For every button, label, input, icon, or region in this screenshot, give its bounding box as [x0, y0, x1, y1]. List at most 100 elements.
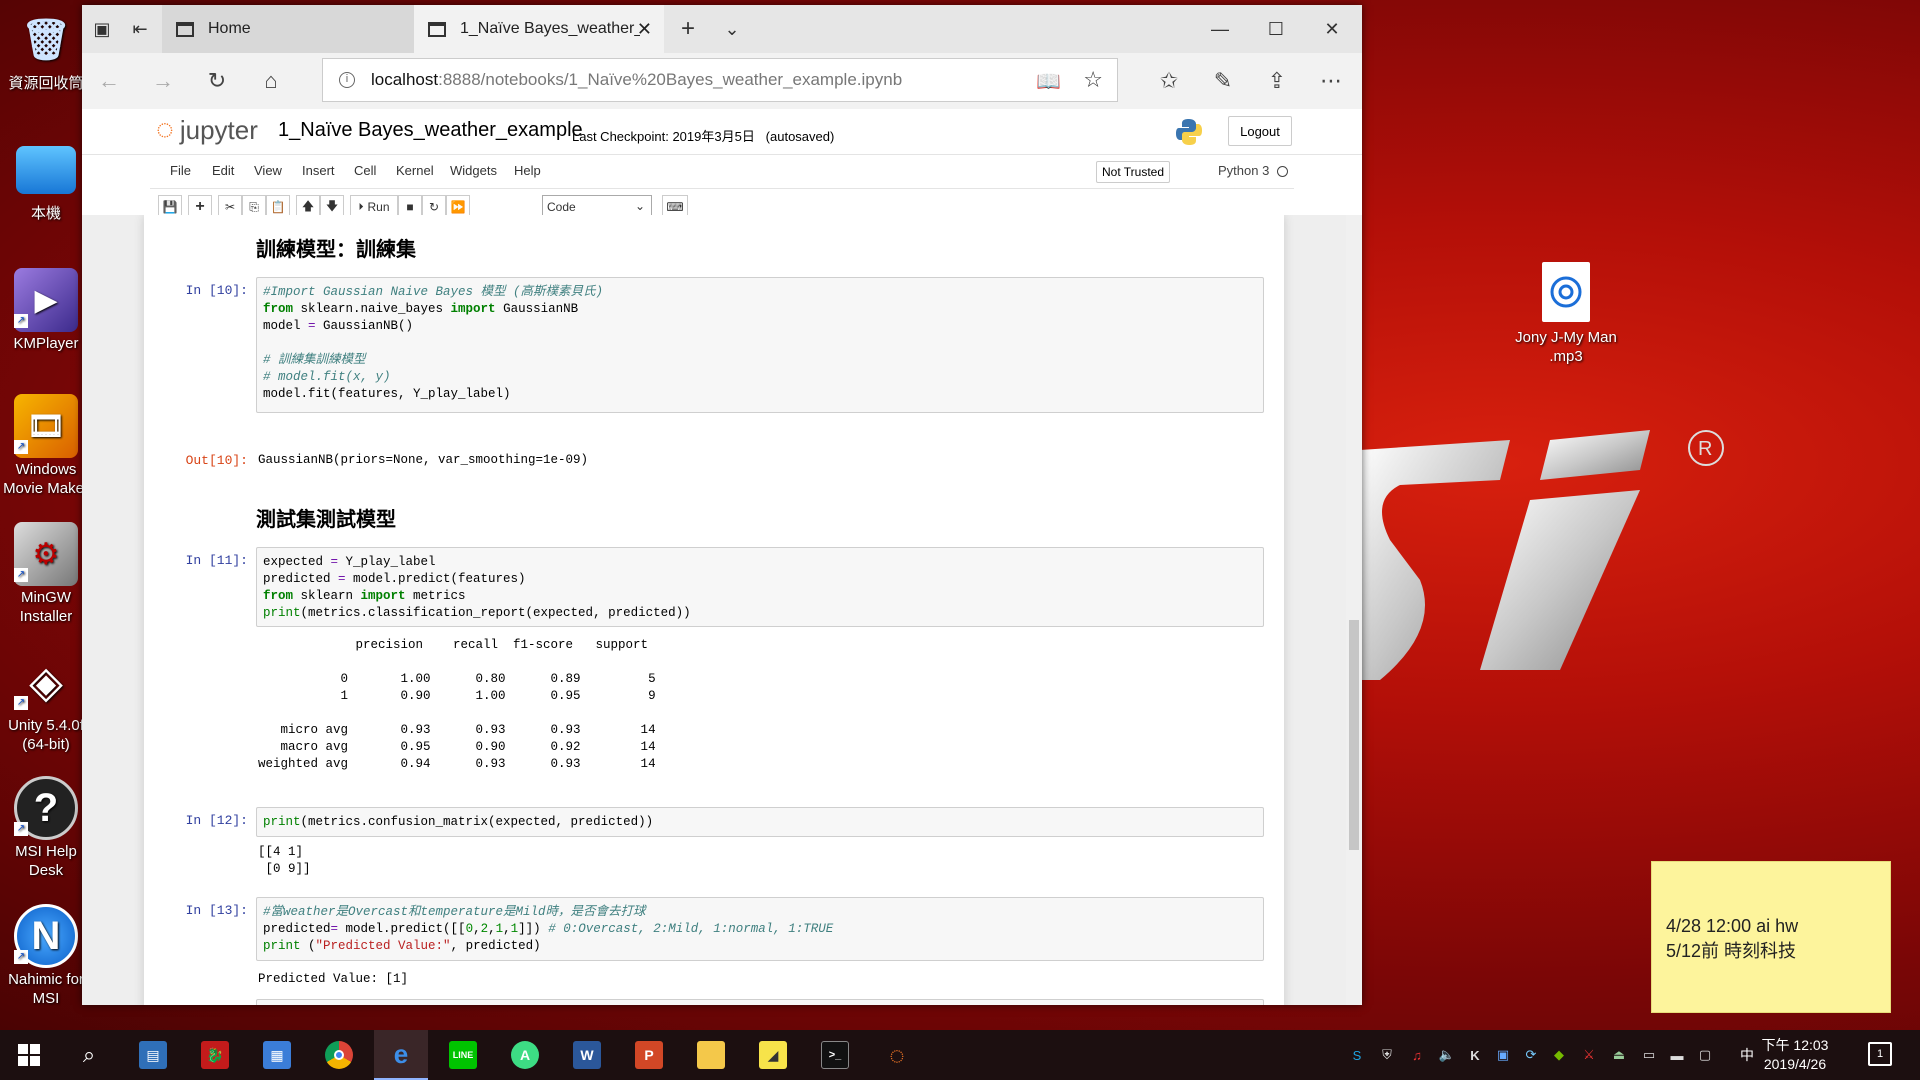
sticky-note[interactable]: 4/28 12:00 ai hw 5/12前 時刻科技: [1651, 861, 1891, 1013]
taskbar-android-studio[interactable]: A: [498, 1030, 552, 1080]
refresh-icon[interactable]: ↻: [200, 65, 234, 97]
start-button[interactable]: [2, 1030, 56, 1080]
desktop-icon-recycle-bin[interactable]: 🗑 資源回收筒: [0, 8, 92, 93]
url-input[interactable]: i localhost:8888/notebooks/1_Naïve%20Bay…: [322, 58, 1118, 102]
scrollbar-thumb[interactable]: [1349, 620, 1359, 850]
taskbar-powerpoint[interactable]: P: [622, 1030, 676, 1080]
favorite-star-icon[interactable]: ☆: [1083, 67, 1103, 93]
info-icon: i: [339, 72, 355, 88]
taskbar-chrome[interactable]: [312, 1030, 366, 1080]
taskbar-terminal[interactable]: >_: [808, 1030, 862, 1080]
menu-cell[interactable]: Cell: [354, 163, 376, 178]
desktop-icon-kmplayer[interactable]: ▶ ↗ KMPlayer: [0, 268, 92, 353]
desktop-icon-this-pc[interactable]: 本機: [0, 140, 92, 223]
usb-icon[interactable]: ⏏: [1610, 1046, 1628, 1064]
jupyter-logo[interactable]: ◌ jupyter: [156, 113, 258, 147]
display-icon[interactable]: ▢: [1696, 1046, 1714, 1064]
back-icon[interactable]: ←: [92, 65, 126, 97]
taskbar-clock[interactable]: 下午 12:03 2019/4/26: [1755, 1036, 1835, 1074]
tab-label: 1_Naïve Bayes_weather_: [460, 20, 640, 37]
taskbar-line[interactable]: LINE: [436, 1030, 490, 1080]
checkpoint-status: Last Checkpoint: 2019年3月5日 (autosaved): [572, 126, 834, 145]
reading-view-icon[interactable]: 📖: [1036, 69, 1061, 94]
desktop-icon-unity[interactable]: ◈ ↗ Unity 5.4.0f (64-bit): [0, 650, 92, 754]
tab-home[interactable]: Home: [162, 5, 414, 53]
menu-insert[interactable]: Insert: [302, 163, 335, 178]
markdown-heading: 訓練模型：訓練集: [256, 237, 416, 261]
volume-icon[interactable]: 🔈: [1438, 1046, 1456, 1064]
more-icon[interactable]: ⋯: [1314, 65, 1348, 97]
close-tab-icon[interactable]: ✕: [637, 19, 652, 40]
new-tab-icon[interactable]: +: [672, 13, 704, 45]
desktop-icon-mingw[interactable]: ⚙ ↗ MinGW Installer: [0, 522, 92, 626]
share-icon[interactable]: ⇪: [1260, 65, 1294, 97]
desktop-icon-nahimic[interactable]: N ↗ Nahimic for MSI: [0, 904, 92, 1008]
web-note-pen-icon[interactable]: ✎: [1206, 65, 1240, 97]
sync-icon[interactable]: ⟳: [1522, 1046, 1540, 1064]
code-cell[interactable]: #當weather是Overcast和temperature是Mild時，是否會…: [256, 897, 1264, 961]
desktop-icon-label: Unity 5.4.0f (64-bit): [8, 717, 84, 753]
notebook-name[interactable]: 1_Naïve Bayes_weather_example: [278, 119, 583, 142]
set-aside-tabs-icon[interactable]: ▣: [86, 13, 118, 45]
monitor-app-icon[interactable]: ▣: [1494, 1046, 1512, 1064]
ime-indicator[interactable]: 中: [1738, 1046, 1756, 1064]
desktop-file-mp3[interactable]: Jony J-My Man .mp3: [1510, 262, 1622, 366]
shortcut-arrow-icon: ↗: [14, 568, 28, 582]
kernel-idle-icon: [1277, 166, 1289, 178]
shield-icon[interactable]: ⛨: [1378, 1046, 1396, 1064]
menu-edit[interactable]: Edit: [212, 163, 234, 178]
jupyter-icon: ◌: [889, 1039, 905, 1070]
tab-label: Home: [208, 20, 251, 37]
taskbar-app-3[interactable]: ▦: [250, 1030, 304, 1080]
code-cell[interactable]: #Import Gaussian Naive Bayes 模型 (高斯樸素貝氏)…: [256, 277, 1264, 413]
code-cell[interactable]: [256, 999, 1264, 1005]
taskbar-app-1[interactable]: ▤: [126, 1030, 180, 1080]
menu-file[interactable]: File: [170, 163, 191, 178]
action-center-icon[interactable]: 1: [1868, 1042, 1892, 1066]
desktop-icon-movie-maker[interactable]: 🎞 ↗ Windows Movie Maker: [0, 394, 92, 498]
network-icon[interactable]: ▭: [1640, 1046, 1658, 1064]
taskbar-file-explorer[interactable]: [684, 1030, 738, 1080]
minimize-button[interactable]: —: [1192, 5, 1248, 53]
taskbar-msi-dragon[interactable]: 🐉: [188, 1030, 242, 1080]
menu-help[interactable]: Help: [514, 163, 541, 178]
menu-view[interactable]: View: [254, 163, 282, 178]
tab-notebook[interactable]: 1_Naïve Bayes_weather_ ✕: [414, 5, 664, 53]
forward-icon[interactable]: →: [146, 65, 180, 97]
taskbar: ⌕ ▤ 🐉 ▦ e LINE A W P ◢ >_ ◌ S ⛨ ♫ 🔈 K ▣ …: [0, 1030, 1920, 1080]
menu-kernel[interactable]: Kernel: [396, 163, 434, 178]
home-icon[interactable]: ⌂: [254, 65, 288, 97]
android-studio-icon: A: [511, 1041, 539, 1069]
k-app-icon[interactable]: K: [1466, 1046, 1484, 1064]
maximize-button[interactable]: ☐: [1248, 5, 1304, 53]
close-window-button[interactable]: ✕: [1304, 5, 1360, 53]
search-button[interactable]: ⌕: [62, 1030, 116, 1080]
sticky-notes-icon: ◢: [759, 1041, 787, 1069]
nvidia-icon[interactable]: ◆: [1550, 1046, 1568, 1064]
python-logo-icon: [1176, 119, 1202, 145]
taskbar-jupyter[interactable]: ◌: [870, 1030, 924, 1080]
notification-count: 1: [1876, 1048, 1884, 1060]
taskbar-edge[interactable]: e: [374, 1030, 428, 1080]
battery-icon[interactable]: ▬: [1668, 1046, 1686, 1064]
chevron-down-icon[interactable]: ⌄: [716, 13, 748, 45]
app-tray-icon[interactable]: ♫: [1408, 1046, 1426, 1064]
line-icon: LINE: [449, 1041, 477, 1069]
msi-dragon-tray-icon[interactable]: ⚔: [1580, 1046, 1598, 1064]
taskbar-sticky-notes[interactable]: ◢: [746, 1030, 800, 1080]
not-trusted-badge[interactable]: Not Trusted: [1096, 161, 1171, 183]
shortcut-arrow-icon: ↗: [14, 822, 28, 836]
logout-button[interactable]: Logout: [1228, 116, 1292, 146]
menu-widgets[interactable]: Widgets: [450, 163, 497, 178]
vertical-scrollbar[interactable]: [1346, 215, 1362, 1005]
code-cell[interactable]: expected = Y_play_label predicted = mode…: [256, 547, 1264, 627]
shortcut-arrow-icon: ↗: [14, 440, 28, 454]
desktop-icon-msi-help[interactable]: ? ↗ MSI Help Desk: [0, 776, 92, 880]
edge-icon: e: [393, 1038, 409, 1069]
skype-icon[interactable]: S: [1348, 1046, 1366, 1064]
folder-icon: [697, 1041, 725, 1069]
code-cell[interactable]: print(metrics.confusion_matrix(expected,…: [256, 807, 1264, 837]
taskbar-word[interactable]: W: [560, 1030, 614, 1080]
tabs-aside-icon[interactable]: ⇤: [124, 13, 156, 45]
favorites-hub-icon[interactable]: ✩: [1152, 65, 1186, 97]
